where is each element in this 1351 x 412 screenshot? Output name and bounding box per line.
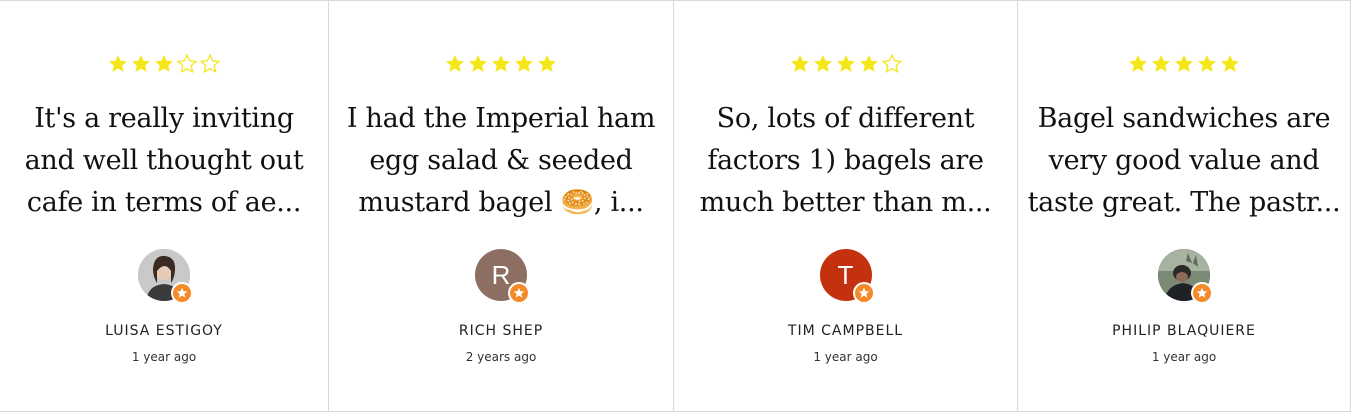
star-rating bbox=[0, 53, 328, 75]
reviewer-name[interactable]: LUISA ESTIGOY bbox=[0, 323, 328, 339]
star-filled-icon bbox=[858, 53, 880, 75]
review-card[interactable]: So, lots of different factors 1) bagels … bbox=[674, 1, 1018, 411]
star-outline-icon bbox=[176, 53, 198, 75]
star-rating bbox=[329, 53, 673, 75]
reviewer-name[interactable]: PHILIP BLAQUIERE bbox=[1018, 323, 1350, 339]
reviewer-name[interactable]: RICH SHEP bbox=[329, 323, 673, 339]
star-rating bbox=[674, 53, 1017, 75]
star-outline-icon bbox=[199, 53, 221, 75]
review-time: 1 year ago bbox=[1151, 350, 1217, 364]
review-card[interactable]: Bagel sandwiches are very good value and… bbox=[1018, 1, 1351, 411]
star-filled-icon bbox=[789, 53, 811, 75]
star-filled-icon bbox=[467, 53, 489, 75]
star-outline-icon bbox=[880, 53, 903, 75]
review-text: So, lots of different factors 1) bagels … bbox=[699, 103, 992, 218]
star-filled-icon bbox=[1127, 53, 1149, 75]
star-filled-icon bbox=[812, 53, 834, 75]
review-cards: It's a really inviting and well thought … bbox=[0, 1, 1351, 411]
avatar-initial: T bbox=[837, 260, 854, 290]
star-filled-icon bbox=[130, 53, 152, 75]
star-filled-icon bbox=[153, 53, 175, 75]
local-guide-badge-icon bbox=[171, 282, 193, 304]
star-filled-icon bbox=[1219, 53, 1241, 75]
star-filled-icon bbox=[1196, 53, 1218, 75]
star-filled-icon bbox=[835, 53, 857, 75]
review-card[interactable]: I had the Imperial ham egg salad & seede… bbox=[329, 1, 674, 411]
star-filled-icon bbox=[490, 53, 512, 75]
review-time: 2 years ago bbox=[465, 350, 537, 364]
avatar bbox=[1158, 249, 1213, 304]
review-text: Bagel sandwiches are very good value and… bbox=[1027, 103, 1341, 218]
review-time: 1 year ago bbox=[813, 350, 878, 364]
star-filled-icon bbox=[444, 53, 466, 75]
star-filled-icon bbox=[107, 53, 129, 75]
avatar: T bbox=[819, 249, 875, 304]
avatar bbox=[138, 249, 193, 304]
star-filled-icon bbox=[536, 53, 558, 75]
review-text: I had the Imperial ham egg salad & seede… bbox=[346, 103, 656, 218]
review-text: It's a really inviting and well thought … bbox=[24, 103, 304, 218]
star-filled-icon bbox=[1173, 53, 1195, 75]
local-guide-badge-icon bbox=[852, 282, 875, 304]
local-guide-badge-icon bbox=[508, 282, 530, 304]
star-filled-icon bbox=[1150, 53, 1172, 75]
reviews-carousel: It's a really inviting and well thought … bbox=[0, 0, 1351, 412]
star-rating bbox=[1018, 53, 1350, 75]
review-card[interactable]: It's a really inviting and well thought … bbox=[0, 1, 329, 411]
avatar: R bbox=[475, 249, 530, 304]
reviewer-name[interactable]: TIM CAMPBELL bbox=[674, 323, 1017, 339]
local-guide-badge-icon bbox=[1191, 282, 1213, 304]
review-time: 1 year ago bbox=[131, 350, 197, 364]
star-filled-icon bbox=[513, 53, 535, 75]
